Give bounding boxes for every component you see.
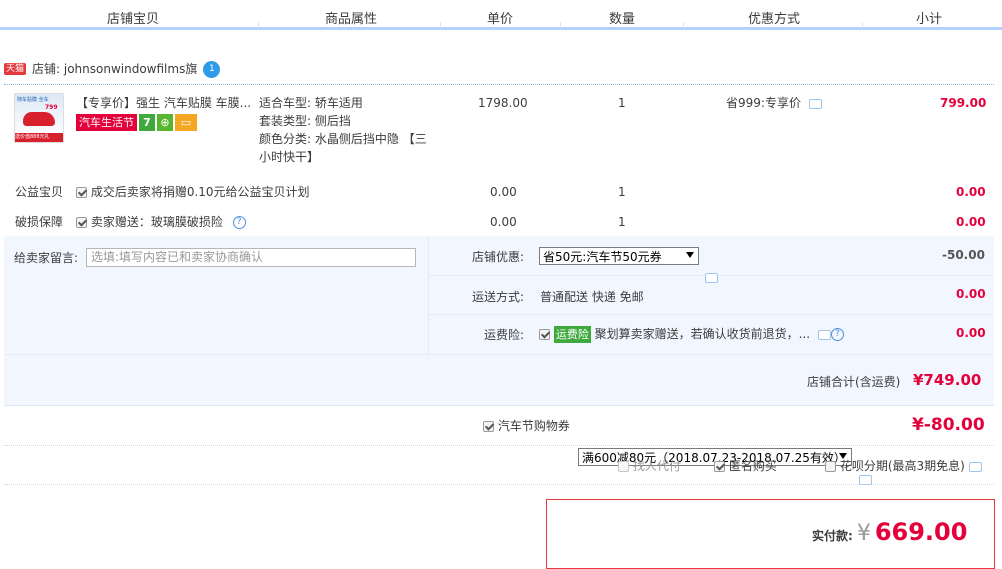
proxy-pay-option: 找人代付: [618, 457, 681, 475]
header-divider: [440, 22, 441, 28]
col-item: 店铺宝贝: [107, 12, 160, 27]
insurance-text: 聚划算卖家赠送，若确认收货前退货，...: [594, 327, 811, 341]
divider: [4, 445, 994, 446]
damage-qty: 1: [618, 215, 626, 229]
help-icon[interactable]: ?: [232, 216, 246, 229]
comment-icon[interactable]: [968, 461, 982, 472]
product-title[interactable]: 【专享价】强生 汽车贴膜 车膜...: [76, 94, 254, 112]
thumb-top-text: 随车贴膜 全车: [17, 97, 49, 103]
proxy-pay-label: 找人代付: [632, 459, 681, 473]
coupon-label: 汽车节购物券: [497, 419, 570, 433]
col-discount: 优惠方式: [748, 12, 801, 27]
charity-price: 0.00: [490, 185, 517, 199]
panel-divider: [429, 314, 994, 315]
thumb-bottom-text: 送价值888元礼: [15, 133, 63, 142]
header-divider: [683, 22, 684, 28]
comment-icon[interactable]: [817, 329, 831, 340]
anonymous-option: 匿名购买: [714, 457, 777, 475]
installment-checkbox[interactable]: [825, 461, 836, 472]
service-label: 破损保障: [15, 215, 64, 229]
divider: [4, 84, 994, 85]
shipping-value: 普通配送 快递 免邮: [540, 290, 644, 304]
shop-name[interactable]: 店铺: johnsonwindowfilms旗: [32, 60, 197, 78]
car-image: [23, 112, 55, 126]
charity-subtotal: 0.00: [956, 185, 986, 199]
credit-card-icon: ▭: [175, 114, 197, 131]
final-amount: 669.00: [874, 518, 968, 546]
insurance-amount: 0.00: [956, 326, 986, 340]
message-label: 给卖家留言:: [14, 251, 79, 265]
product-subtotal: 799.00: [940, 96, 987, 110]
shop-total-amount: ¥749.00: [913, 371, 982, 389]
charity-checkbox[interactable]: [76, 187, 87, 198]
comment-icon[interactable]: [808, 98, 822, 109]
final-label: 实付款:: [812, 529, 853, 543]
coupon-amount: ¥-80.00: [912, 415, 985, 435]
anonymous-checkbox[interactable]: [714, 461, 725, 472]
panel-divider: [4, 354, 994, 355]
col-attr: 商品属性: [325, 12, 378, 27]
damage-checkbox[interactable]: [76, 217, 87, 228]
guarantee-icon: ⊕: [157, 114, 173, 131]
festival-tag: 汽车生活节: [76, 114, 137, 131]
tmall-badge: 天猫: [4, 63, 27, 75]
col-subtotal: 小计: [916, 12, 943, 27]
shop-discount-value: 省50元:汽车节50元券: [543, 249, 662, 264]
discount-text: 省999:专享价: [726, 96, 801, 110]
shop-total-label: 店铺合计(含运费): [807, 375, 901, 389]
product-thumbnail[interactable]: 随车贴膜 全车 799 送价值888元礼: [14, 93, 64, 143]
chevron-down-icon: [686, 252, 694, 258]
product-attributes: 适合车型: 轿车适用 套装类型: 侧后挡 颜色分类: 水晶侧后挡中隐 【三 小时…: [259, 96, 427, 164]
insurance-label: 运费险:: [484, 328, 525, 342]
shipping-label: 运送方式:: [472, 290, 525, 304]
chat-icon[interactable]: 1: [203, 60, 221, 78]
product-price: 1798.00: [478, 96, 528, 110]
shop-discount-select[interactable]: 省50元:汽车节50元券: [539, 247, 699, 265]
shipping-amount: 0.00: [956, 287, 986, 301]
damage-subtotal: 0.00: [956, 215, 986, 229]
currency-symbol: ¥: [856, 521, 871, 546]
thumb-price: 799: [45, 104, 58, 111]
charity-option: 成交后卖家将捐赠0.10元给公益宝贝计划: [76, 183, 310, 201]
col-price: 单价: [487, 12, 514, 27]
installment-label: 花呗分期(最高3期免息): [839, 459, 965, 473]
service-label: 公益宝贝: [15, 185, 64, 199]
comment-icon[interactable]: [859, 474, 872, 485]
message-input[interactable]: 选填:填写内容已和卖家协商确认: [86, 248, 416, 267]
charity-qty: 1: [618, 185, 626, 199]
insurance-option: 运费险 聚划算卖家赠送，若确认收货前退货，... ?: [539, 325, 844, 343]
header-divider: [258, 22, 259, 28]
charity-text: 成交后卖家将捐赠0.10元给公益宝贝计划: [90, 185, 310, 199]
column-header: 店铺宝贝 商品属性 单价 数量 优惠方式 小计: [0, 0, 1002, 30]
panel-divider: [428, 236, 429, 354]
coupon-option: 汽车节购物券: [483, 417, 570, 435]
divider: [4, 484, 994, 485]
header-divider: [560, 22, 561, 28]
comment-icon[interactable]: [705, 272, 718, 283]
product-discount: 省999:专享价: [726, 94, 822, 112]
insurance-tag: 运费险: [553, 326, 591, 343]
shop-discount-label: 店铺优惠:: [472, 250, 525, 264]
seven-day-return-icon: 7: [139, 114, 155, 131]
damage-option: 卖家赠送：玻璃膜破损险 ?: [76, 213, 246, 231]
shop-line: 天猫 店铺: johnsonwindowfilms旗 1: [4, 60, 221, 78]
damage-price: 0.00: [490, 215, 517, 229]
product-tags: 汽车生活节 7 ⊕ ▭: [76, 114, 197, 131]
anonymous-label: 匿名购买: [728, 459, 777, 473]
col-qty: 数量: [609, 12, 636, 27]
installment-option: 花呗分期(最高3期免息): [825, 457, 982, 475]
shop-discount-amount: -50.00: [942, 248, 985, 262]
coupon-checkbox[interactable]: [483, 421, 494, 432]
help-icon[interactable]: ?: [830, 328, 844, 341]
insurance-checkbox[interactable]: [539, 329, 550, 340]
final-payment: 实付款: ¥ 669.00: [812, 518, 967, 546]
proxy-pay-checkbox[interactable]: [618, 461, 629, 472]
product-qty: 1: [618, 96, 626, 110]
damage-text: 卖家赠送：玻璃膜破损险: [90, 215, 223, 229]
header-divider: [862, 22, 863, 28]
